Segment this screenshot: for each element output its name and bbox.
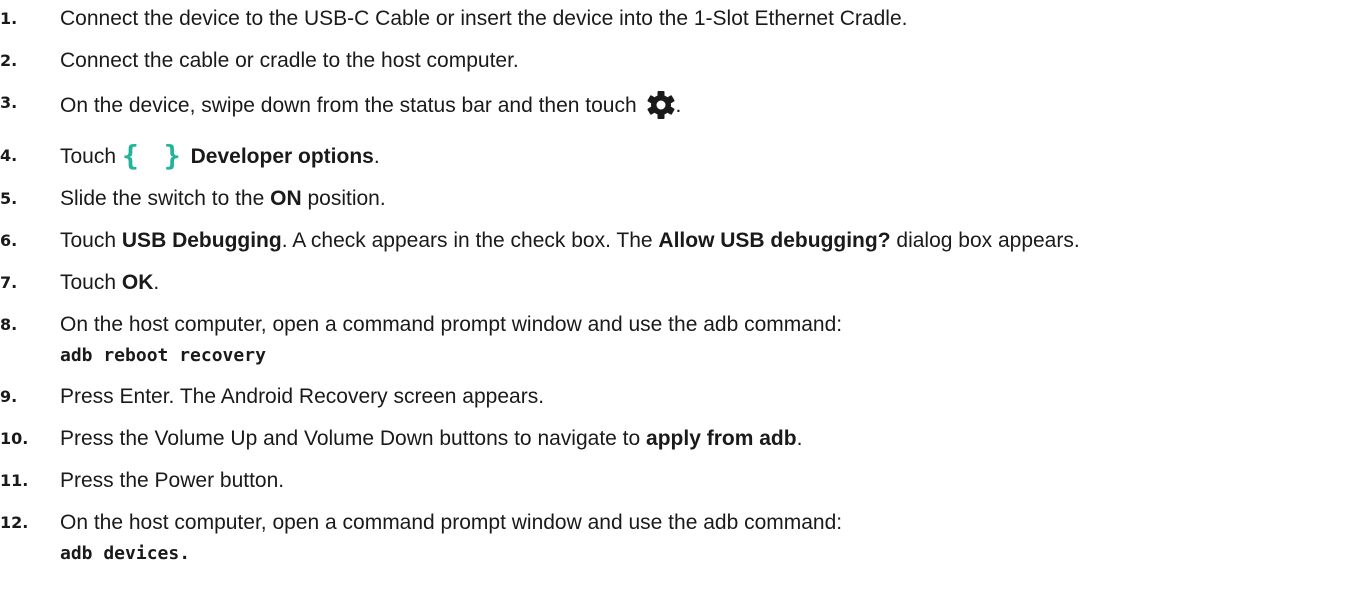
step-number: 8. bbox=[0, 315, 18, 334]
step-9: 9. Press Enter. The Android Recovery scr… bbox=[0, 384, 1371, 409]
step-text: Press the Volume Up and Volume Down butt… bbox=[60, 427, 803, 450]
command-code: adb devices. bbox=[60, 543, 191, 564]
step-number: 6. bbox=[0, 231, 18, 250]
step-text: Touch OK. bbox=[60, 271, 160, 294]
step-number: 4. bbox=[0, 146, 18, 165]
command-code: adb reboot recovery bbox=[60, 345, 266, 366]
step-text: Connect the device to the USB-C Cable or… bbox=[60, 7, 908, 30]
step-1: 1. Connect the device to the USB-C Cable… bbox=[0, 6, 1371, 31]
step-number: 11. bbox=[0, 471, 29, 490]
step-number: 10. bbox=[0, 429, 29, 448]
step-10: 10. Press the Volume Up and Volume Down … bbox=[0, 426, 1371, 451]
step-2: 2. Connect the cable or cradle to the ho… bbox=[0, 48, 1371, 73]
step-number: 5. bbox=[0, 189, 18, 208]
step-text: On the host computer, open a command pro… bbox=[60, 510, 1371, 565]
step-11: 11. Press the Power button. bbox=[0, 468, 1371, 493]
step-text: Connect the cable or cradle to the host … bbox=[60, 49, 519, 72]
step-4: 4. Touch{ } Developer options. bbox=[0, 139, 1371, 172]
step-text: On the host computer, open a command pro… bbox=[60, 312, 1371, 367]
step-number: 9. bbox=[0, 387, 18, 406]
step-8: 8. On the host computer, open a command … bbox=[0, 312, 1371, 367]
step-text: Slide the switch to the ON position. bbox=[60, 187, 386, 210]
step-text: Press the Power button. bbox=[60, 469, 285, 492]
step-3: 3. On the device, swipe down from the st… bbox=[0, 90, 1371, 126]
step-number: 7. bbox=[0, 273, 18, 292]
step-6: 6. Touch USB Debugging. A check appears … bbox=[0, 228, 1371, 253]
step-text: On the device, swipe down from the statu… bbox=[60, 90, 1371, 126]
step-text: Touch{ } Developer options. bbox=[60, 139, 380, 172]
step-12: 12. On the host computer, open a command… bbox=[0, 510, 1371, 565]
step-number: 3. bbox=[0, 93, 18, 112]
step-7: 7. Touch OK. bbox=[0, 270, 1371, 295]
step-number: 2. bbox=[0, 51, 18, 70]
step-number: 12. bbox=[0, 513, 29, 532]
braces-icon: { } bbox=[122, 139, 185, 172]
gear-icon bbox=[646, 90, 676, 126]
step-text: Touch USB Debugging. A check appears in … bbox=[60, 229, 1080, 252]
step-5: 5. Slide the switch to the ON position. bbox=[0, 186, 1371, 211]
step-number: 1. bbox=[0, 9, 18, 28]
procedure-steps: 1. Connect the device to the USB-C Cable… bbox=[0, 0, 1371, 565]
step-text: Press Enter. The Android Recovery screen… bbox=[60, 385, 545, 408]
